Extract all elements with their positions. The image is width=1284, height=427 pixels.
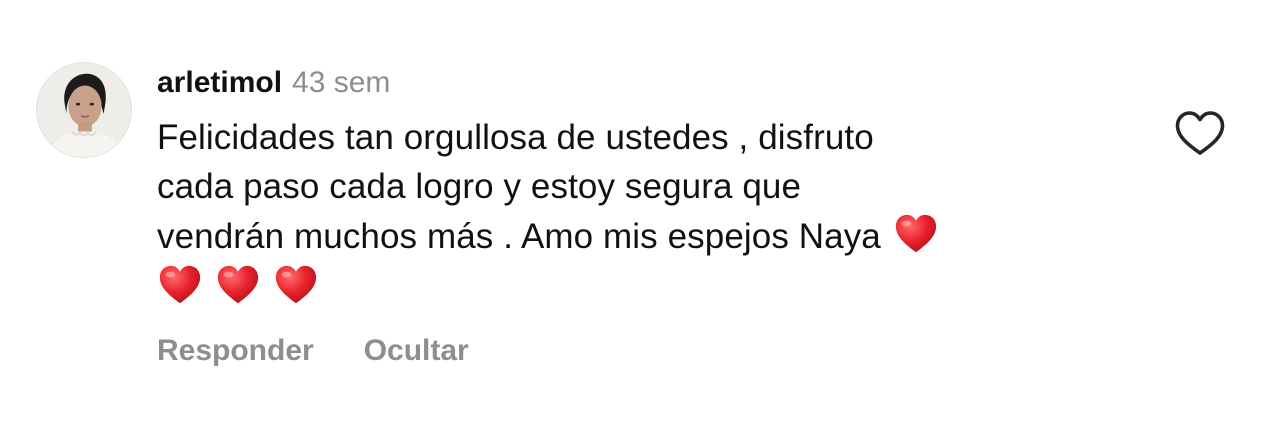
red-heart-emoji-icon [157, 262, 203, 308]
reply-button[interactable]: Responder [157, 334, 314, 367]
red-heart-emoji-icon [215, 262, 261, 308]
username[interactable]: arletimol [157, 66, 282, 99]
like-button[interactable] [1173, 108, 1227, 158]
comment-text-line: cada paso cada logro y estoy segura que [157, 166, 802, 206]
red-heart-emoji-icon [273, 262, 319, 308]
comment-actions: Responder Ocultar [157, 334, 469, 368]
comment-header: arletimol 43 sem [157, 58, 1147, 108]
avatar-photo [37, 63, 131, 157]
hide-button[interactable]: Ocultar [364, 334, 469, 367]
avatar[interactable] [36, 62, 132, 158]
comment-text: Felicidades tan orgullosa de ustedes , d… [157, 114, 1147, 312]
heart-outline-icon [1175, 111, 1225, 155]
comment-text-line-with-emoji: vendrán muchos más . Amo mis espejos Nay… [157, 211, 1147, 262]
comment-text-line: Felicidades tan orgullosa de ustedes , d… [157, 118, 874, 157]
comment-emoji-line [157, 262, 1147, 313]
comment-body: arletimol 43 sem Felicidades tan orgullos… [157, 58, 1147, 312]
red-heart-emoji-icon [893, 211, 939, 257]
comment: arletimol 43 sem Felicidades tan orgullos… [0, 0, 1284, 427]
timestamp: 43 sem [292, 66, 391, 99]
comment-text-line: vendrán muchos más . Amo mis espejos Nay… [157, 217, 881, 256]
